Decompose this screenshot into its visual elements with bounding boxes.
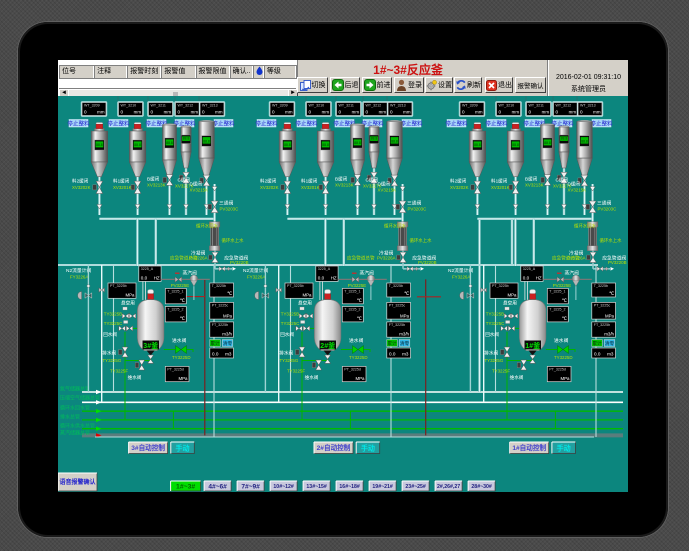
svg-text:7#~9#: 7#~9# [241, 483, 260, 490]
svg-text:手动: 手动 [176, 443, 190, 452]
svg-text:蒸汽储器总管: 蒸汽储器总管 [60, 430, 90, 437]
svg-text:4#~6#: 4#~6# [208, 483, 227, 490]
svg-text:手动: 手动 [557, 443, 571, 452]
svg-text:2#,26#,27: 2#,26#,27 [437, 484, 460, 490]
svg-text:1#自动控制: 1#自动控制 [512, 443, 546, 452]
svg-text:压缩空气储器总管: 压缩空气储器总管 [60, 395, 100, 402]
svg-text:语音报警确认: 语音报警确认 [59, 478, 96, 486]
svg-text:19#~21#: 19#~21# [372, 484, 392, 490]
svg-text:氮气储器总管: 氮气储器总管 [60, 386, 90, 393]
svg-text:28#~30#: 28#~30# [471, 484, 491, 490]
svg-text:1#~3#: 1#~3# [176, 483, 195, 490]
svg-text:循环水供水总管: 循环水供水总管 [60, 423, 95, 430]
svg-text:16#~18#: 16#~18# [339, 484, 359, 490]
svg-text:排水总管: 排水总管 [60, 414, 80, 421]
svg-text:13#~15#: 13#~15# [306, 484, 326, 490]
svg-text:23#~25#: 23#~25# [405, 484, 425, 490]
svg-text:1#釜: 1#釜 [525, 341, 541, 350]
svg-text:2#釜: 2#釜 [320, 341, 336, 350]
svg-text:2#自动控制: 2#自动控制 [317, 443, 351, 452]
svg-text:手动: 手动 [361, 443, 375, 452]
svg-text:10#~12#: 10#~12# [273, 484, 293, 490]
svg-text:循环水回水管: 循环水回水管 [60, 405, 90, 412]
svg-text:3#自动控制: 3#自动控制 [131, 443, 165, 452]
